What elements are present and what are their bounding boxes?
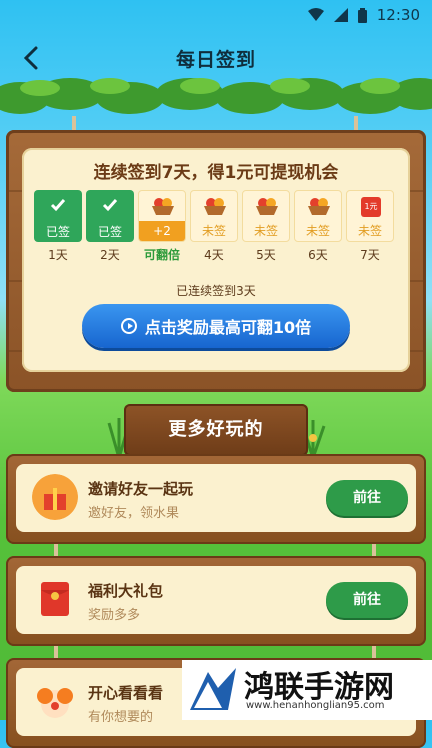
double-reward-button[interactable]: 点击奖励最高可翻10倍 — [82, 304, 350, 348]
red-envelope-icon — [41, 582, 69, 616]
list-item: 邀请好友一起玩 邀好友，领水果 前往 — [6, 454, 426, 544]
go-button[interactable]: 前往 — [326, 582, 408, 618]
checkin-panel: 连续签到7天，得1元可提现机会 已签 1天 已签 2天 +2 可翻倍 未签 4天… — [22, 148, 410, 372]
day-status: 已签 — [45, 225, 70, 239]
item-subtitle: 奖励多多 — [88, 608, 141, 623]
check-icon — [102, 199, 118, 212]
day-label: 4天 — [204, 248, 224, 262]
day-2: 已签 2天 — [86, 190, 134, 263]
battery-icon — [357, 7, 367, 23]
watermark: 鸿联手游网 www.henanhonglian95.com — [182, 660, 432, 720]
day-status: 未签 — [357, 224, 382, 238]
item-subtitle: 邀好友，领水果 — [88, 506, 180, 521]
day-3[interactable]: +2 可翻倍 — [138, 190, 186, 263]
item-title: 邀请好友一起玩 — [88, 480, 194, 498]
watermark-url: www.henanhonglian95.com — [246, 700, 385, 711]
signal-icon — [333, 8, 348, 22]
day-label: 2天 — [100, 248, 120, 262]
watermark-logo-icon — [190, 668, 236, 710]
day-list: 已签 1天 已签 2天 +2 可翻倍 未签 4天 未签 5天 未签 6天 1元 … — [34, 190, 398, 263]
day-status: 已签 — [97, 225, 122, 239]
item-subtitle: 有你想要的 — [88, 710, 154, 725]
check-icon — [50, 199, 66, 212]
day-label: 7天 — [360, 248, 380, 262]
clown-icon — [37, 688, 73, 718]
day-label: 5天 — [256, 248, 276, 262]
double-reward-label: 点击奖励最高可翻10倍 — [144, 318, 312, 337]
title-bar: 每日签到 — [0, 32, 432, 84]
streak-text: 已连续签到3天 — [176, 284, 256, 298]
rope — [72, 116, 76, 130]
red-packet-icon: 1元 — [361, 197, 381, 217]
item-title: 开心看看看 — [88, 684, 164, 702]
fruit-basket-icon — [256, 198, 278, 215]
foliage-decoration — [0, 78, 432, 114]
checkin-title: 连续签到7天，得1元可提现机会 — [93, 163, 339, 183]
more-heading: 更多好玩的 — [124, 404, 308, 456]
fruit-basket-icon — [308, 198, 330, 215]
day-label: 6天 — [308, 248, 328, 262]
day-5: 未签 5天 — [242, 190, 290, 263]
invite-gift-icon — [32, 474, 78, 520]
day-status: 未签 — [253, 224, 278, 238]
rope — [354, 116, 358, 130]
list-item: 福利大礼包 奖励多多 前往 — [6, 556, 426, 646]
fruit-basket-icon — [204, 198, 226, 215]
fruit-basket-icon — [152, 198, 174, 215]
day-1: 已签 1天 — [34, 190, 82, 263]
page-title: 每日签到 — [175, 49, 256, 71]
item-title: 福利大礼包 — [88, 582, 164, 600]
day-4: 未签 4天 — [190, 190, 238, 263]
day-status: 未签 — [201, 224, 226, 238]
day-label: 可翻倍 — [143, 248, 180, 262]
status-bar: 12:30 — [0, 0, 432, 32]
day-status: +2 — [139, 221, 185, 241]
go-button[interactable]: 前往 — [326, 480, 408, 516]
day-6: 未签 6天 — [294, 190, 342, 263]
day-label: 1天 — [48, 248, 68, 262]
day-status: 未签 — [305, 224, 330, 238]
wifi-icon — [307, 8, 324, 21]
play-icon — [120, 318, 137, 334]
status-time: 12:30 — [376, 6, 420, 24]
day-7: 1元 未签 7天 — [346, 190, 394, 263]
